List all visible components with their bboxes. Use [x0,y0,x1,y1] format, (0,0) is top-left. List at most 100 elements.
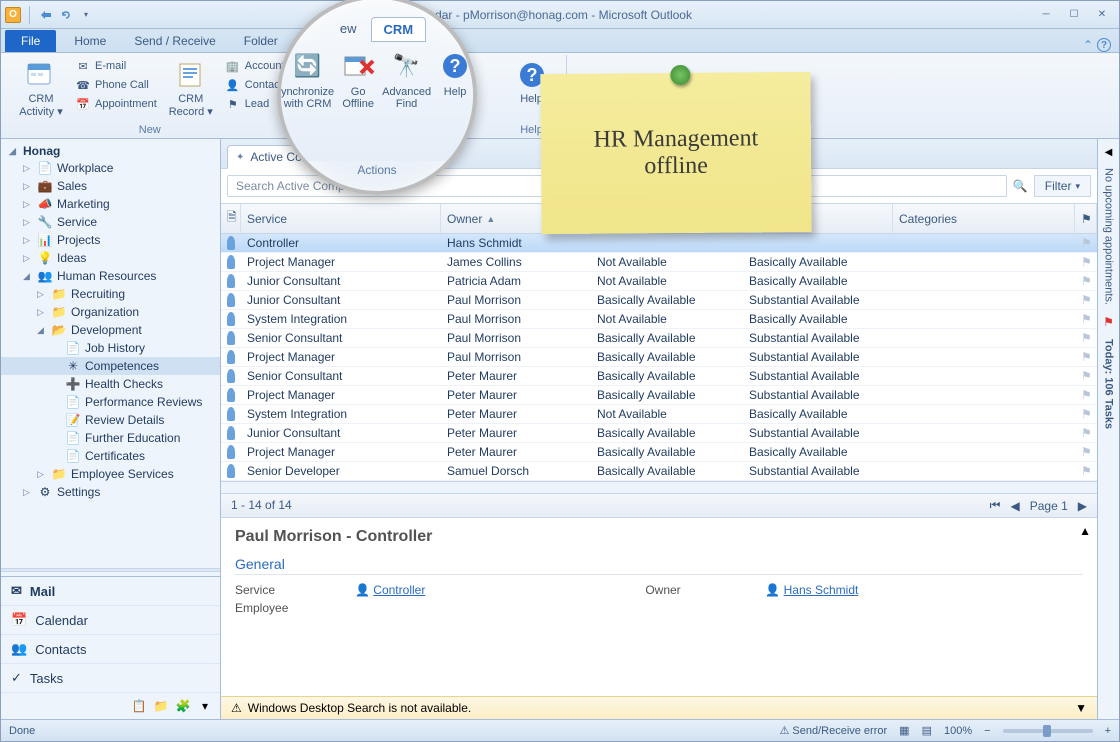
table-row[interactable]: Junior ConsultantPaul MorrisonBasically … [221,291,1097,310]
zoom-slider[interactable] [1003,729,1093,733]
qat-undo-icon[interactable] [58,7,74,23]
mag-advanced-find-button[interactable]: 🔭 Advanced Find [382,48,431,161]
expand-icon[interactable]: ▷ [23,487,33,498]
zoom-plus-icon[interactable]: + [1105,725,1111,737]
zoom-minus-icon[interactable]: − [984,725,990,737]
tree-item-settings[interactable]: ▷⚙Settings [1,483,220,501]
expand-icon[interactable]: ▷ [23,235,33,246]
search-magnifier-icon[interactable]: 🔍 [1013,179,1028,193]
row-flag-icon[interactable]: ⚑ [1075,234,1097,252]
status-error[interactable]: ⚠ Send/Receive error [779,724,887,737]
pin-icon[interactable]: ✦ [236,152,244,163]
nav-contacts[interactable]: 👥Contacts [1,635,220,664]
table-row[interactable]: Project ManagerPeter MaurerBasically Ava… [221,386,1097,405]
pager-first-icon[interactable]: ⏮ [990,498,1001,513]
tree-item-marketing[interactable]: ▷📣Marketing [1,195,220,213]
tree-item-human-resources[interactable]: ◢👥Human Resources [1,267,220,285]
qat-dropdown-icon[interactable]: ▾ [78,7,94,23]
expand-icon[interactable]: ▷ [37,307,47,318]
table-row[interactable]: Junior ConsultantPatricia AdamNot Availa… [221,272,1097,291]
expand-icon[interactable]: ▷ [23,217,33,228]
nav-mail[interactable]: ✉Mail [1,577,220,606]
table-row[interactable]: Senior ConsultantPaul MorrisonBasically … [221,329,1097,348]
grid-header-categories[interactable]: Categories [893,204,1075,233]
tree-item-organization[interactable]: ▷📁Organization [1,303,220,321]
row-flag-icon[interactable]: ⚑ [1075,272,1097,290]
row-flag-icon[interactable]: ⚑ [1075,310,1097,328]
tree-item-employee-services[interactable]: ▷📁Employee Services [1,465,220,483]
crm-record-button[interactable]: CRM Record ▾ [163,57,219,120]
row-flag-icon[interactable]: ⚑ [1075,367,1097,385]
grid-scrollbar[interactable] [221,481,1097,493]
qat-send-receive-icon[interactable] [38,7,54,23]
tree-item-service[interactable]: ▷🔧Service [1,213,220,231]
nav-notes-icon[interactable]: 📋 [130,697,148,715]
tree-item-review-details[interactable]: 📝Review Details [1,411,220,429]
tree-item-certificates[interactable]: 📄Certificates [1,447,220,465]
collapse-icon[interactable]: ◢ [9,146,19,157]
view-reading-icon[interactable]: ▤ [922,724,932,737]
expand-icon[interactable]: ▷ [23,163,33,174]
tree-item-workplace[interactable]: ▷📄Workplace [1,159,220,177]
mag-sync-button[interactable]: 🔄 ynchronize with CRM [281,48,334,161]
table-row[interactable]: System IntegrationPaul MorrisonNot Avail… [221,310,1097,329]
preview-scroll-down-icon[interactable]: ▼ [1075,701,1087,715]
new-phonecall-button[interactable]: ☎Phone Call [73,76,159,94]
new-appointment-button[interactable]: 📅Appointment [73,95,159,113]
expand-icon[interactable]: ▷ [37,469,47,480]
table-row[interactable]: Senior DeveloperSamuel DorschBasically A… [221,462,1097,481]
pager-prev-icon[interactable]: ◀ [1010,499,1019,513]
tree-item-development[interactable]: ◢📂Development [1,321,220,339]
new-email-button[interactable]: ✉E-mail [73,57,159,75]
ribbon-tab-home[interactable]: Home [60,30,120,52]
mag-go-offline-button[interactable]: Go Offline [340,48,376,161]
tree-item-competences[interactable]: ✳Competences [1,357,220,375]
row-flag-icon[interactable]: ⚑ [1075,405,1097,423]
expand-icon[interactable]: ▷ [37,289,47,300]
table-row[interactable]: Project ManagerPaul MorrisonBasically Av… [221,348,1097,367]
tree-root[interactable]: ◢Honag [1,143,220,159]
preview-link-owner[interactable]: Hans Schmidt [784,583,859,597]
row-flag-icon[interactable]: ⚑ [1075,291,1097,309]
ribbon-tab-folder[interactable]: Folder [230,30,292,52]
row-flag-icon[interactable]: ⚑ [1075,348,1097,366]
tree-item-ideas[interactable]: ▷💡Ideas [1,249,220,267]
folder-tree[interactable]: ◢Honag ▷📄Workplace▷💼Sales▷📣Marketing▷🔧Se… [1,139,220,564]
tree-item-further-education[interactable]: 📄Further Education [1,429,220,447]
expand-icon[interactable]: ▷ [23,199,33,210]
tree-item-health-checks[interactable]: ➕Health Checks [1,375,220,393]
ribbon-tab-file[interactable]: File [5,30,56,52]
ribbon-tab-send-receive[interactable]: Send / Receive [120,30,229,52]
row-flag-icon[interactable]: ⚑ [1075,462,1097,480]
nav-configure-icon[interactable]: ▾ [196,697,214,715]
expand-todo-icon[interactable]: ◀ [1105,147,1113,158]
preview-link-service[interactable]: Controller [373,583,425,597]
ribbon-collapse-icon[interactable]: ⌃ [1083,38,1093,52]
expand-icon[interactable]: ▷ [23,253,33,264]
grid-header-icon[interactable]: 🗎 [221,204,241,233]
table-row[interactable]: Junior ConsultantPeter MaurerBasically A… [221,424,1097,443]
tree-item-projects[interactable]: ▷📊Projects [1,231,220,249]
row-flag-icon[interactable]: ⚑ [1075,329,1097,347]
maximize-button[interactable]: ☐ [1061,6,1087,24]
row-flag-icon[interactable]: ⚑ [1075,443,1097,461]
todo-bar-collapsed[interactable]: ◀ No upcoming appointments. ⚑ Today: 106… [1097,139,1119,719]
table-row[interactable]: ControllerHans Schmidt⚑ [221,234,1097,253]
table-row[interactable]: Senior ConsultantPeter MaurerBasically A… [221,367,1097,386]
table-row[interactable]: System IntegrationPeter MaurerNot Availa… [221,405,1097,424]
row-flag-icon[interactable]: ⚑ [1075,386,1097,404]
table-row[interactable]: Project ManagerPeter MaurerBasically Ava… [221,443,1097,462]
collapse-icon[interactable]: ◢ [37,325,47,336]
new-account-button[interactable]: 🏢Account [223,57,287,75]
expand-icon[interactable]: ▷ [23,181,33,192]
nav-shortcuts-icon[interactable]: 🧩 [174,697,192,715]
pager-next-icon[interactable]: ▶ [1078,499,1087,513]
collapse-icon[interactable]: ◢ [23,271,33,282]
table-row[interactable]: Project ManagerJames CollinsNot Availabl… [221,253,1097,272]
grid-body[interactable]: ControllerHans Schmidt⚑Project ManagerJa… [221,234,1097,481]
view-normal-icon[interactable]: ▦ [899,724,909,737]
preview-scroll-up-icon[interactable]: ▲ [1079,524,1091,538]
ribbon-help-icon[interactable]: ? [1097,38,1111,52]
row-flag-icon[interactable]: ⚑ [1075,424,1097,442]
filter-button[interactable]: Filter▾ [1034,175,1091,197]
